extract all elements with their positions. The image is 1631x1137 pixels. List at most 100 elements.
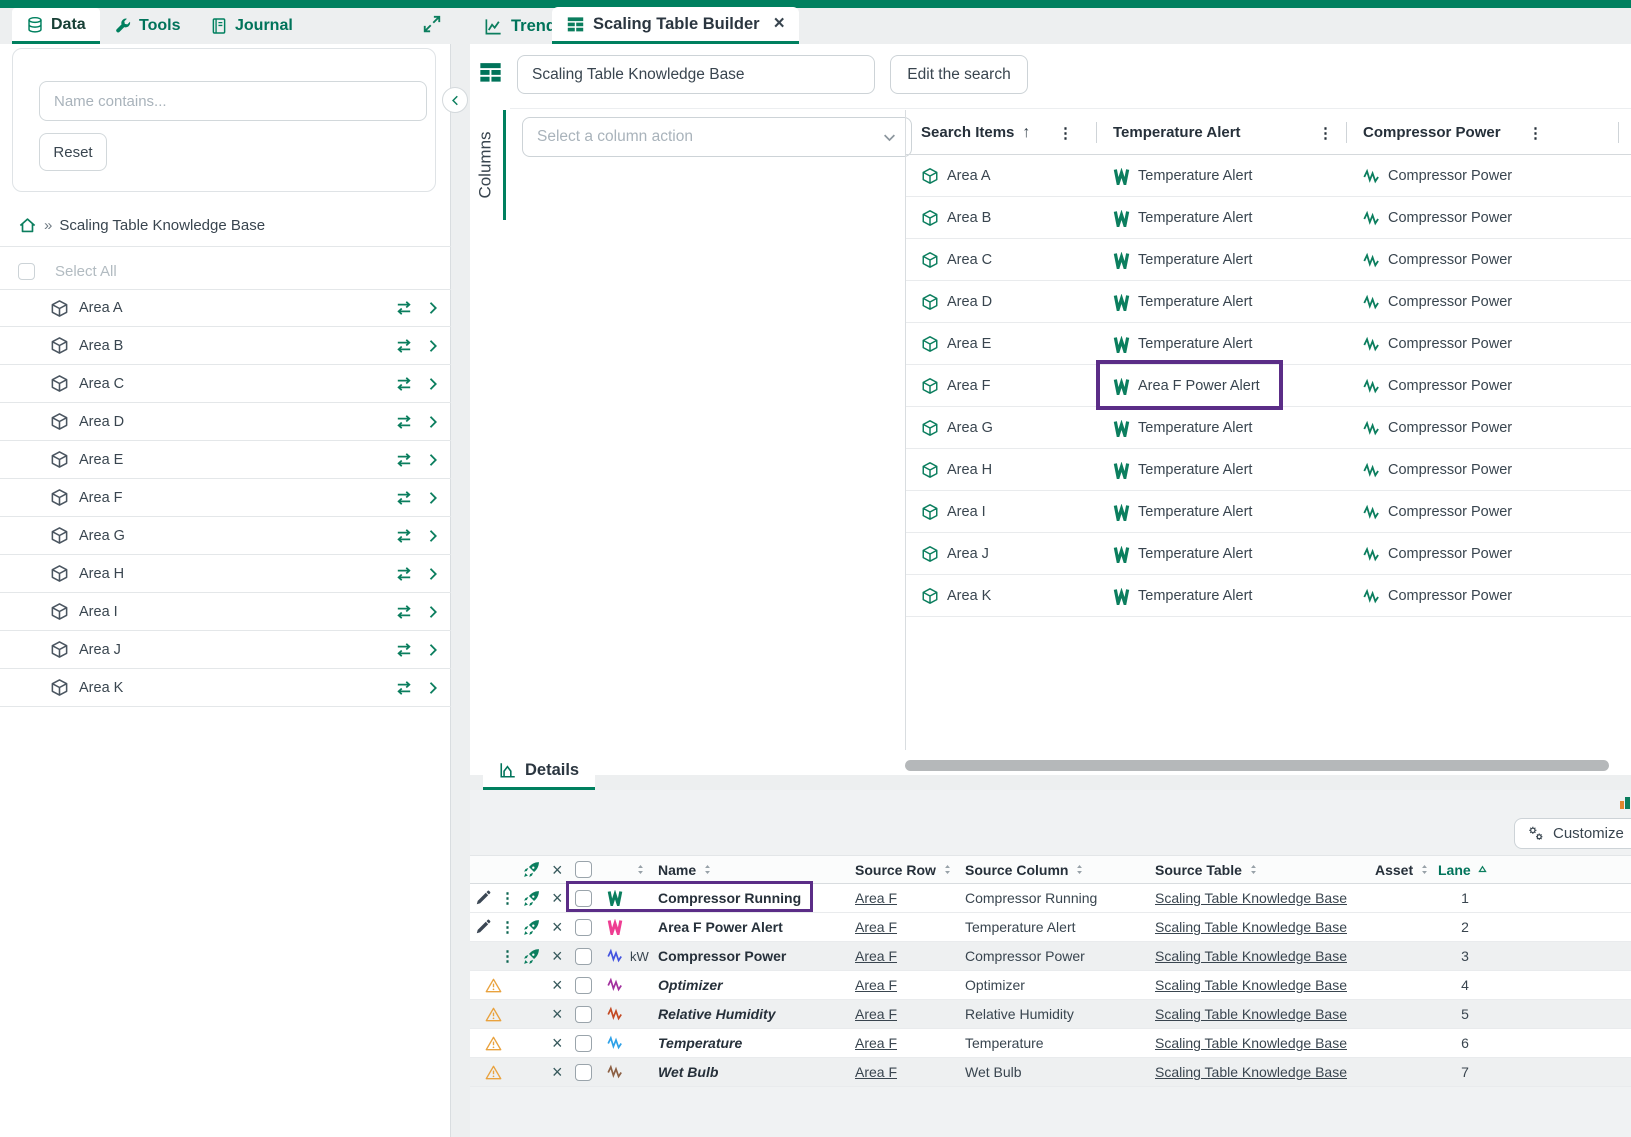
asset-swap-icon[interactable]	[395, 527, 413, 545]
table-row[interactable]: Area J Temperature Alert Compressor Powe…	[906, 533, 1631, 575]
row-checkbox[interactable]	[575, 977, 592, 994]
list-item-area-g[interactable]: Area G	[0, 517, 451, 555]
collapse-sidebar-handle[interactable]	[442, 87, 468, 113]
details-header-name[interactable]: Name	[658, 856, 714, 883]
list-item-area-b[interactable]: Area B	[0, 327, 451, 365]
source-row-link[interactable]: Area F	[855, 1006, 897, 1022]
select-all-checkbox[interactable]	[18, 263, 35, 280]
table-row[interactable]: Area I Temperature Alert Compressor Powe…	[906, 491, 1631, 533]
source-row-link[interactable]: Area F	[855, 977, 897, 993]
expand-panel-icon[interactable]	[422, 14, 442, 34]
chevron-right-icon[interactable]	[425, 414, 441, 430]
details-header-asset[interactable]: Asset	[1375, 856, 1431, 883]
details-row-wet-bulb[interactable]: × Wet Bulb Area F Wet Bulb Scaling Table…	[470, 1058, 1631, 1087]
table-row-area-f[interactable]: Area F Area F Power Alert Compressor Pow…	[906, 365, 1631, 407]
asset-swap-icon[interactable]	[523, 890, 540, 907]
row-menu-icon[interactable]: ⋮	[500, 920, 515, 935]
customize-button[interactable]: Customize	[1514, 818, 1631, 849]
row-checkbox[interactable]	[575, 890, 592, 907]
asset-swap-icon[interactable]	[395, 375, 413, 393]
list-item-area-e[interactable]: Area E	[0, 441, 451, 479]
column-header-search-items[interactable]: Search Items ↑	[921, 110, 1030, 155]
column-header-temperature-alert[interactable]: Temperature Alert	[1113, 110, 1241, 155]
chevron-right-icon[interactable]	[425, 338, 441, 354]
tab-details[interactable]: Details	[483, 753, 595, 790]
chevron-right-icon[interactable]	[425, 452, 441, 468]
edit-icon[interactable]	[475, 890, 491, 906]
details-header-lane[interactable]: Lane	[1438, 856, 1489, 883]
row-menu-icon[interactable]: ⋮	[500, 949, 515, 964]
source-table-link[interactable]: Scaling Table Knowledge Base	[1155, 977, 1347, 993]
details-header-source-table[interactable]: Source Table	[1155, 856, 1260, 883]
asset-swap-icon[interactable]	[395, 679, 413, 697]
table-row[interactable]: Area G Temperature Alert Compressor Powe…	[906, 407, 1631, 449]
tab-data[interactable]: Data	[12, 8, 100, 44]
table-row[interactable]: Area C Temperature Alert Compressor Powe…	[906, 239, 1631, 281]
asset-swap-icon[interactable]	[395, 641, 413, 659]
remove-icon[interactable]: ×	[552, 1034, 563, 1052]
source-table-link[interactable]: Scaling Table Knowledge Base	[1155, 890, 1347, 906]
chart-mini-icon[interactable]	[1620, 795, 1631, 809]
home-icon[interactable]	[18, 216, 37, 235]
source-row-link[interactable]: Area F	[855, 1035, 897, 1051]
table-row[interactable]: Area H Temperature Alert Compressor Powe…	[906, 449, 1631, 491]
table-row[interactable]: Area K Temperature Alert Compressor Powe…	[906, 575, 1631, 617]
tab-journal[interactable]: Journal	[196, 8, 307, 44]
close-tab-icon[interactable]: ×	[774, 13, 785, 35]
asset-swap-icon[interactable]	[395, 413, 413, 431]
chevron-right-icon[interactable]	[425, 376, 441, 392]
table-row[interactable]: Area A Temperature Alert Compressor Powe…	[906, 155, 1631, 197]
list-item-area-c[interactable]: Area C	[0, 365, 451, 403]
columns-section-tab[interactable]: Columns	[468, 110, 506, 220]
table-search-input[interactable]	[517, 55, 875, 94]
asset-swap-icon[interactable]	[395, 565, 413, 583]
chevron-right-icon[interactable]	[425, 528, 441, 544]
table-row[interactable]: Area D Temperature Alert Compressor Powe…	[906, 281, 1631, 323]
row-checkbox[interactable]	[575, 948, 592, 965]
asset-swap-all-icon[interactable]	[523, 861, 540, 878]
asset-swap-icon[interactable]	[523, 919, 540, 936]
list-item-area-a[interactable]: Area A	[0, 289, 451, 327]
table-row[interactable]: Area B Temperature Alert Compressor Powe…	[906, 197, 1631, 239]
column-menu-icon[interactable]: ⋮	[1528, 110, 1543, 155]
details-row-optimizer[interactable]: × Optimizer Area F Optimizer Scaling Tab…	[470, 971, 1631, 1000]
asset-swap-icon[interactable]	[395, 489, 413, 507]
column-header-compressor-power[interactable]: Compressor Power	[1363, 110, 1501, 155]
details-row-temperature[interactable]: × Temperature Area F Temperature Scaling…	[470, 1029, 1631, 1058]
details-row-compressor-running[interactable]: ⋮ × Compressor Running Area F Compressor…	[470, 884, 1631, 913]
row-checkbox[interactable]	[575, 1064, 592, 1081]
chevron-right-icon[interactable]	[425, 642, 441, 658]
remove-icon[interactable]: ×	[552, 1005, 563, 1023]
remove-icon[interactable]: ×	[552, 976, 563, 994]
list-item-area-d[interactable]: Area D	[0, 403, 451, 441]
tab-scaling-table-builder[interactable]: Scaling Table Builder ×	[552, 7, 799, 44]
sort-icon[interactable]	[634, 863, 647, 876]
list-item-area-k[interactable]: Area K	[0, 669, 451, 707]
reset-button[interactable]: Reset	[39, 133, 107, 171]
edit-search-button[interactable]: Edit the search	[890, 55, 1028, 94]
source-table-link[interactable]: Scaling Table Knowledge Base	[1155, 919, 1347, 935]
list-item-area-j[interactable]: Area J	[0, 631, 451, 669]
name-contains-input[interactable]	[39, 81, 427, 121]
row-checkbox[interactable]	[575, 1006, 592, 1023]
row-checkbox[interactable]	[575, 1035, 592, 1052]
source-table-link[interactable]: Scaling Table Knowledge Base	[1155, 1035, 1347, 1051]
source-row-link[interactable]: Area F	[855, 919, 897, 935]
chevron-right-icon[interactable]	[425, 300, 441, 316]
source-row-link[interactable]: Area F	[855, 890, 897, 906]
source-row-link[interactable]: Area F	[855, 1064, 897, 1080]
asset-swap-icon[interactable]	[395, 603, 413, 621]
horizontal-scrollbar[interactable]	[905, 760, 1609, 771]
remove-icon[interactable]: ×	[552, 918, 563, 936]
details-header-source-column[interactable]: Source Column	[965, 856, 1086, 883]
select-all-rows-checkbox[interactable]	[575, 861, 592, 878]
remove-icon[interactable]: ×	[552, 889, 563, 907]
list-item-area-f[interactable]: Area F	[0, 479, 451, 517]
row-checkbox[interactable]	[575, 919, 592, 936]
details-row-relative-humidity[interactable]: × Relative Humidity Area F Relative Humi…	[470, 1000, 1631, 1029]
source-table-link[interactable]: Scaling Table Knowledge Base	[1155, 1064, 1347, 1080]
remove-icon[interactable]: ×	[552, 1063, 563, 1081]
row-menu-icon[interactable]: ⋮	[500, 891, 515, 906]
details-row-area-f-power-alert[interactable]: ⋮ × Area F Power Alert Area F Temperatur…	[470, 913, 1631, 942]
chevron-right-icon[interactable]	[425, 680, 441, 696]
